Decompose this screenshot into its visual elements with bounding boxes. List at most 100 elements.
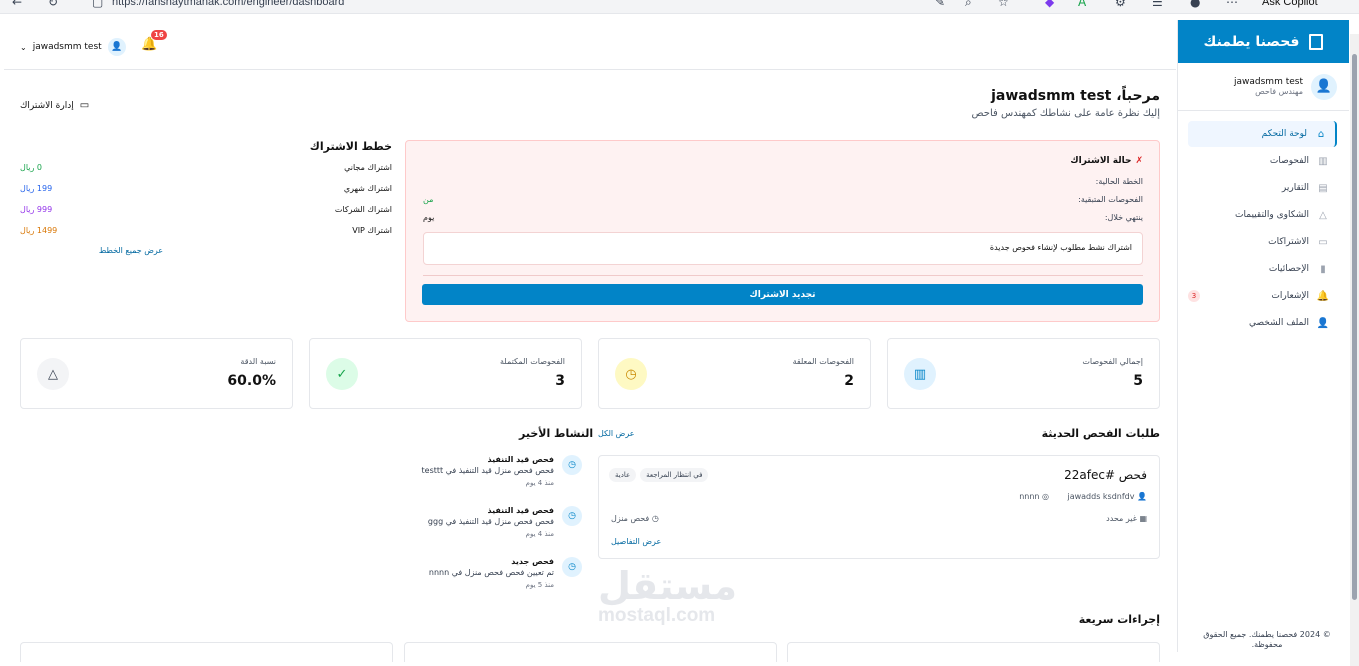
view-all-plans-link[interactable]: عرض جميع الخطط — [20, 246, 392, 255]
back-icon[interactable]: ← — [12, 0, 22, 9]
card-icon: ▭ — [1318, 236, 1328, 248]
subscription-plans: خطط الاشتراك اشتراك مجاني 0 ريال اشتراك شه… — [20, 140, 392, 255]
bell-icon: 🔔 — [1316, 290, 1329, 302]
stat-card: الفحوصات المكتملة 3 ✓ — [309, 338, 582, 409]
page-title: مرحباً، jawadsmm test — [991, 88, 1160, 104]
favorite-icon[interactable]: ☆ — [998, 0, 1009, 9]
location-info: ◎ nnnn — [1019, 492, 1049, 501]
quick-action-card[interactable] — [787, 642, 1160, 662]
sidebar-item-bell[interactable]: 🔔 الإشعارات 3 — [1188, 283, 1337, 309]
plan-row: اشتراك الشركات 999 ريال — [20, 205, 392, 216]
sidebar-item-home[interactable]: ⌂ لوحة التحكم — [1188, 121, 1337, 147]
activity-title-text: فحص جديد — [511, 557, 554, 566]
user-menu[interactable]: ⌄ jawadsmm test 👤 — [20, 38, 126, 56]
activity-desc: فحص فحص منزل قيد التنفيذ في testtt — [421, 466, 554, 475]
read-aloud-icon[interactable]: ✎ — [935, 0, 945, 9]
quick-action-card[interactable] — [404, 642, 777, 662]
warning-icon: △ — [1319, 209, 1327, 221]
stat-value: 60.0% — [227, 373, 276, 389]
plan-price: 199 ريال — [20, 184, 53, 193]
top-header: ⌄ jawadsmm test 👤 🔔 16 — [4, 20, 1176, 70]
requests-title: طلبات الفحص الحديثة — [1041, 427, 1160, 440]
renew-subscription-button[interactable]: تجديد الاشتراك — [422, 284, 1143, 305]
activity-desc: تم تعيين فحص فحص منزل في nnnn — [428, 568, 554, 577]
sidebar-item-label: الفحوصات — [1269, 156, 1309, 166]
sidebar-user-name: jawadsmm test — [1234, 77, 1303, 87]
stat-card: الفحوصات المعلقة 2 ◷ — [598, 338, 871, 409]
status-badge: في انتظار المراجعة — [640, 468, 709, 482]
sidebar-item-chart[interactable]: ▮ الإحصائيات — [1188, 256, 1337, 282]
search-icon[interactable]: ⌕ — [965, 0, 972, 10]
copilot-button[interactable]: Ask Copilot — [1262, 0, 1318, 8]
activity-title: النشاط الأخير — [519, 427, 594, 440]
plan-name: اشتراك مجاني — [344, 163, 392, 172]
date-info: ▦ غير محدد — [1106, 514, 1147, 523]
plans-title: خطط الاشتراك — [309, 140, 392, 153]
more-icon[interactable]: ⋯ — [1226, 0, 1238, 9]
sidebar-item-label: الإحصائيات — [1268, 264, 1309, 274]
clock-icon: ◷ — [562, 506, 582, 526]
stat-label: نسبة الدقة — [240, 357, 276, 366]
sidebar-item-building[interactable]: ▥ الفحوصات — [1188, 148, 1337, 174]
client-info: 👤 jawadds ksdnfdv — [1067, 492, 1147, 501]
view-all-requests-link[interactable]: عرض الكل — [598, 429, 635, 438]
sidebar-user-role: مهندس فاحص — [1255, 87, 1303, 96]
request-card[interactable]: فحص #22afec في انتظار المراجعة عادية 👤 j… — [598, 455, 1160, 559]
sidebar-item-card[interactable]: ▭ الاشتراكات — [1188, 229, 1337, 255]
stat-card: إجمالي الفحوصات 5 ▥ — [887, 338, 1160, 409]
activity-item: ◷ فحص قيد التنفيذ فحص فحص منزل قيد التنفيذ… — [230, 506, 582, 546]
sidebar-item-warning[interactable]: △ الشكاوى والتقييمات — [1188, 202, 1337, 228]
profile-icon[interactable]: ● — [1190, 0, 1200, 9]
card-icon: ▭ — [79, 100, 90, 111]
extension-icon[interactable]: ◆ — [1045, 0, 1054, 9]
activity-title-text: فحص قيد التنفيذ — [487, 455, 554, 464]
activity-item: ◷ فحص قيد التنفيذ فحص فحص منزل قيد التنفيذ… — [230, 455, 582, 495]
sidebar-item-label: الاشتراكات — [1268, 237, 1309, 247]
divider — [423, 275, 1143, 276]
activity-title-text: فحص قيد التنفيذ — [487, 506, 554, 515]
sidebar-item-user[interactable]: 👤 الملف الشخصي — [1188, 310, 1337, 336]
file-icon: ▤ — [1318, 182, 1328, 194]
user-name: jawadsmm test — [32, 42, 102, 52]
settings-icon[interactable]: ⚙ — [1115, 0, 1126, 9]
quick-action-card[interactable] — [20, 642, 393, 662]
notification-badge: 16 — [151, 30, 167, 40]
site-info-icon[interactable]: ▢ — [92, 0, 103, 9]
copyright: © 2024 فحصنا يطمنك. جميع الحقوق محفوظة. — [1203, 630, 1331, 649]
view-details-link[interactable]: عرض التفاصيل — [611, 537, 661, 546]
user-icon: 👤 — [1316, 317, 1329, 329]
manage-subscription-link[interactable]: إدارة الاشتراك ▭ — [20, 100, 89, 111]
stat-label: الفحوصات المكتملة — [500, 357, 565, 366]
welcome-section: مرحباً، jawadsmm test إليك نظرة عامة على… — [972, 88, 1160, 119]
activity-time: منذ 4 يوم — [525, 530, 554, 538]
address-bar[interactable]: https://fahshaytmanak.com/engineer/dashb… — [112, 0, 344, 8]
collections-icon[interactable]: ☰ — [1152, 0, 1163, 9]
activity-desc: فحص فحص منزل قيد التنفيذ في ggg — [427, 517, 554, 526]
sidebar-item-label: الملف الشخصي — [1249, 318, 1309, 328]
page-scrollbar[interactable] — [1350, 34, 1359, 666]
plan-row: اشتراك VIP 1499 ريال — [20, 226, 392, 237]
home-icon: ⌂ — [1317, 128, 1325, 140]
page-subtitle: إليك نظرة عامة على نشاطك كمهندس فاحص — [971, 108, 1160, 119]
plan-name: اشتراك VIP — [352, 226, 392, 235]
clock-icon: ◷ — [651, 514, 659, 523]
translate-icon[interactable]: A — [1078, 0, 1086, 9]
sidebar-item-file[interactable]: ▤ التقارير — [1188, 175, 1337, 201]
plan-row: اشتراك مجاني 0 ريال — [20, 163, 392, 174]
brand-logo[interactable]: فحصنا يطمنك — [1178, 20, 1349, 63]
chart-icon: ▮ — [1320, 263, 1326, 275]
avatar: 👤 — [107, 38, 126, 56]
avatar: 👤 — [1311, 73, 1337, 100]
clock-icon: ◷ — [562, 455, 582, 475]
sidebar-user: 👤 jawadsmm test مهندس فاحص — [1178, 63, 1349, 111]
scrollbar-thumb[interactable] — [1352, 54, 1357, 600]
check-circle-icon: ✓ — [326, 358, 358, 390]
calendar-icon: ▦ — [1139, 514, 1147, 523]
stat-card: نسبة الدقة 60.0% △ — [20, 338, 293, 409]
brand-name: فحصنا يطمنك — [1203, 33, 1300, 50]
stat-value: 2 — [844, 373, 854, 389]
watermark: مستقل mostaql.com — [598, 564, 737, 626]
refresh-icon[interactable]: ↻ — [48, 0, 58, 9]
manage-subscription-label: إدارة الاشتراك — [20, 100, 74, 111]
notifications-button[interactable]: 🔔 16 — [141, 30, 167, 52]
